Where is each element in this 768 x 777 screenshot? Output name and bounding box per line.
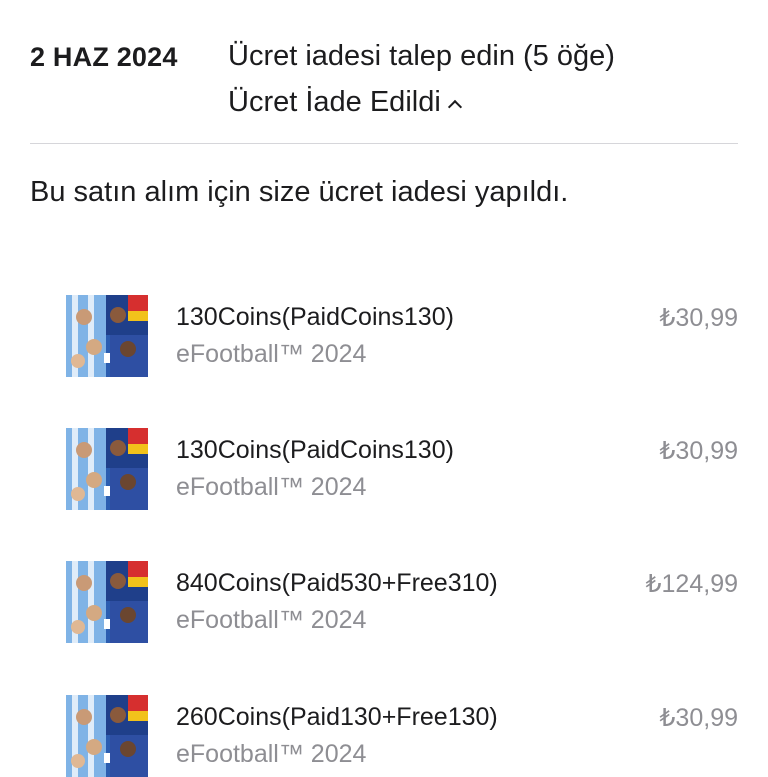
refund-status-toggle[interactable]: Ücret İade Edildi bbox=[228, 86, 462, 119]
refund-message: Bu satın alım için size ücret iadesi yap… bbox=[30, 176, 569, 208]
chevron-up-icon bbox=[447, 99, 462, 114]
item-app-name: eFootball™ 2024 bbox=[176, 606, 367, 634]
item-name: 260Coins(Paid130+Free130) bbox=[176, 703, 498, 731]
item-name: 840Coins(Paid530+Free310) bbox=[176, 569, 498, 597]
item-name: 130Coins(PaidCoins130) bbox=[176, 303, 454, 331]
purchase-item[interactable]: 260Coins(Paid130+Free130) eFootball™ 202… bbox=[66, 695, 738, 777]
refund-status-label: Ücret İade Edildi bbox=[228, 86, 441, 118]
efootball-app-icon bbox=[66, 695, 148, 777]
item-app-name: eFootball™ 2024 bbox=[176, 340, 367, 368]
purchase-item[interactable]: 130Coins(PaidCoins130) eFootball™ 2024 ₺… bbox=[66, 295, 738, 377]
efootball-app-icon bbox=[66, 295, 148, 377]
item-price: ₺30,99 bbox=[659, 304, 738, 332]
item-price: ₺124,99 bbox=[645, 570, 738, 598]
purchase-date: 2 HAZ 2024 bbox=[30, 42, 178, 72]
item-price: ₺30,99 bbox=[659, 704, 738, 732]
efootball-app-icon bbox=[66, 561, 148, 643]
item-app-name: eFootball™ 2024 bbox=[176, 740, 367, 768]
divider bbox=[30, 143, 738, 144]
item-price: ₺30,99 bbox=[659, 437, 738, 465]
purchase-item[interactable]: 130Coins(PaidCoins130) eFootball™ 2024 ₺… bbox=[66, 428, 738, 510]
item-name: 130Coins(PaidCoins130) bbox=[176, 436, 454, 464]
item-app-name: eFootball™ 2024 bbox=[176, 473, 367, 501]
refund-request-title: Ücret iadesi talep edin (5 öğe) bbox=[228, 40, 615, 72]
efootball-app-icon bbox=[66, 428, 148, 510]
purchase-item[interactable]: 840Coins(Paid530+Free310) eFootball™ 202… bbox=[66, 561, 738, 643]
